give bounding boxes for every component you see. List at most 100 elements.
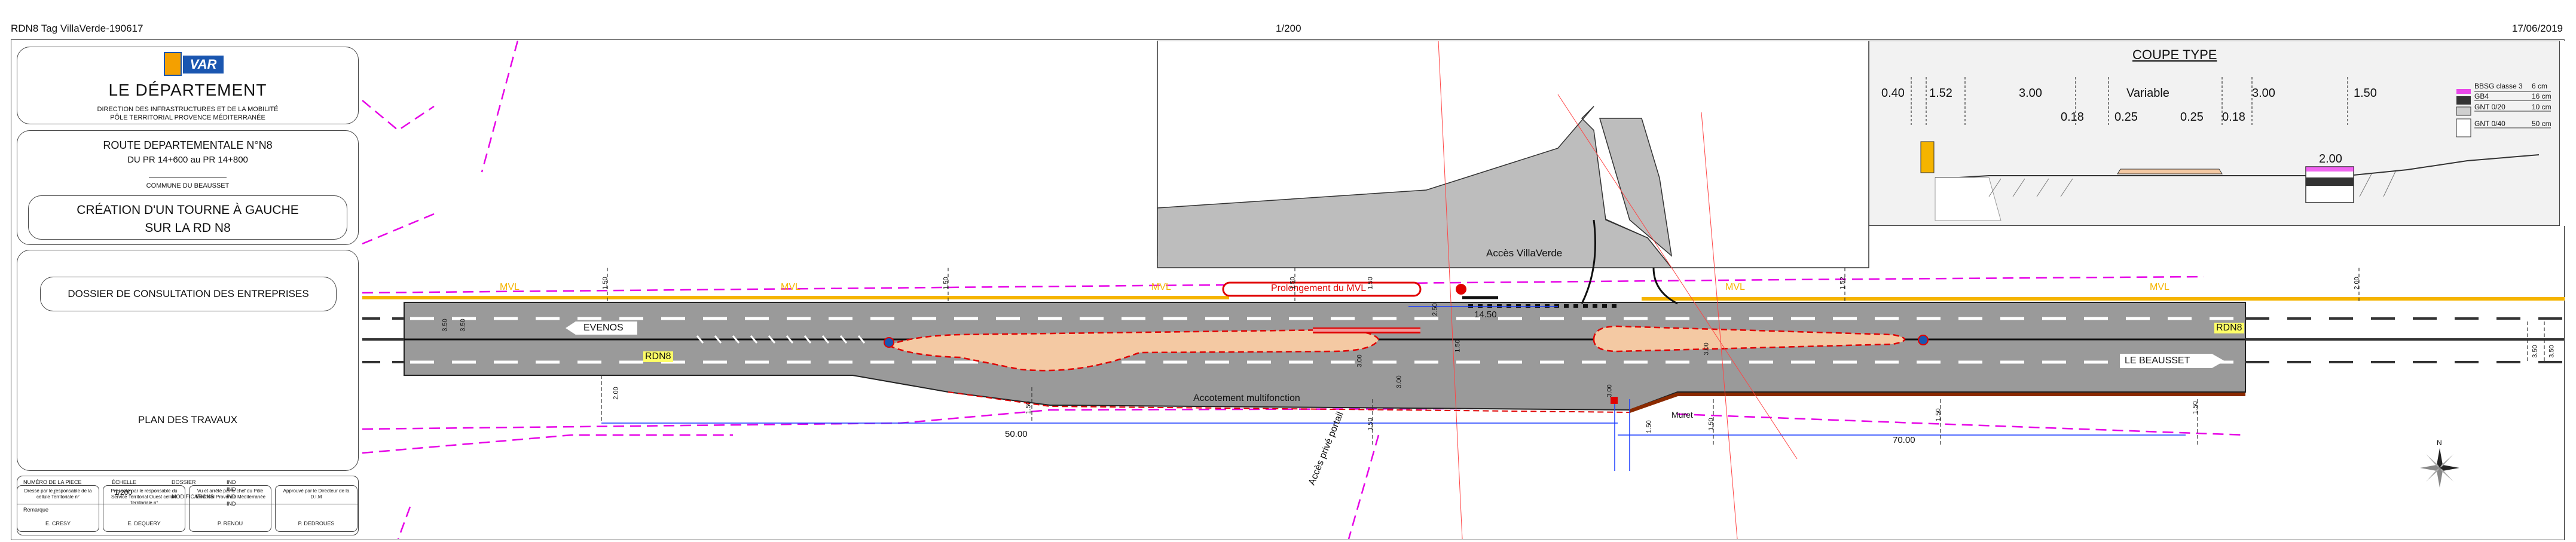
legend-name: GNT 0/40: [2474, 120, 2505, 128]
legend-swatch-gnt020: [2456, 106, 2471, 116]
island-section: [2117, 169, 2223, 174]
signature-row: Dressé par le responsable de la cellule …: [17, 485, 359, 532]
coupe-type: COUPE TYPE 0.40 1.52 3.00 Variable 3.00 …: [1869, 41, 2560, 226]
route-title: ROUTE DEPARTEMENTALE N°N8: [103, 139, 273, 151]
legend-thickness: 50 cm: [2532, 120, 2551, 128]
route-pr: DU PR 14+600 au PR 14+800: [127, 155, 248, 165]
sign-label-3: Vu et arrêté par le chef du Pôle Territo…: [194, 488, 266, 500]
route-box: ROUTE DEPARTEMENTALE N°N8 DU PR 14+600 a…: [17, 130, 359, 245]
label-mvl-2: MVL: [781, 282, 800, 292]
access-marker-icon: [1611, 397, 1618, 404]
mvl-end-marker: [1456, 284, 1466, 295]
label-mvl-4: MVL: [1725, 282, 1745, 292]
label-le-beausset: LE BEAUSSET: [2125, 356, 2190, 366]
dim-1450: 14.50: [1474, 310, 1497, 320]
logo-box: VAR LE DÉPARTEMENT DIRECTION DES INFRAST…: [17, 47, 359, 124]
dim-label: 3.50: [2531, 345, 2539, 358]
label-acces-villaverde: Accès VillaVerde: [1486, 247, 1563, 259]
dim-label: 1.50: [1645, 420, 1653, 433]
sign-name-3: P. RENOU: [217, 520, 243, 526]
commune: COMMUNE DU BEAUSSET: [146, 182, 230, 189]
direction-line2: PÔLE TERRITORIAL PROVENCE MÉDITERRANÉE: [110, 114, 265, 121]
keep-right-sign-icon: [884, 337, 894, 348]
dim-5000: 50.00: [1005, 429, 1028, 439]
sign-name-4: P. DEDROUES: [298, 520, 335, 526]
dim-label: 1.50: [1707, 418, 1715, 431]
dim-label: 3.50: [441, 319, 449, 332]
dim-label: 3.00: [1395, 375, 1403, 388]
project-box: CRÉATION D'UN TOURNE À GAUCHE SUR LA RD …: [28, 195, 347, 240]
dim-label: 1.50: [1454, 339, 1462, 353]
legend-swatch-gb4: [2456, 96, 2471, 105]
cartouche: VAR LE DÉPARTEMENT DIRECTION DES INFRAST…: [12, 41, 359, 539]
label-evenos: EVENOS: [583, 323, 624, 333]
embankment: [1935, 177, 2001, 221]
legend-name: BBSG classe 3: [2474, 82, 2523, 90]
plan-scale: 1/200: [1276, 23, 1301, 34]
median-strip-white: [1313, 329, 1420, 332]
dim-7000: 70.00: [1893, 435, 1915, 445]
sign-name-1: E. CRESY: [45, 520, 71, 526]
signature-2: Présenté par le responsable du Service T…: [103, 485, 185, 532]
dim-label: 3.50: [2548, 345, 2556, 358]
sign-label-2: Présenté par le responsable du Service T…: [111, 488, 178, 506]
project-line2: SUR LA RD N8: [145, 221, 231, 235]
wall-pink: [2306, 167, 2354, 172]
dim-label: 3.50: [459, 319, 467, 332]
dim-label: 3.00: [1606, 384, 1614, 397]
legend-swatch-bbsg: [2456, 89, 2471, 94]
dim-label: 2.00: [2353, 277, 2361, 290]
dim-label: 1.50: [1289, 277, 1297, 290]
label-rdn8-right: RDN8: [2214, 323, 2244, 333]
legend-thickness: 16 cm: [2532, 92, 2551, 100]
legend-name: GB4: [2474, 92, 2489, 100]
wall-dark: [2306, 177, 2354, 186]
ground-line: [1935, 154, 2540, 178]
separator: [149, 177, 227, 178]
signature-3: Vu et arrêté par le chef du Pôle Territo…: [189, 485, 271, 532]
kerb-post: [1920, 141, 1935, 173]
label-rdn8-left: RDN8: [643, 351, 673, 362]
signature-1: Dressé par le responsable de la cellule …: [17, 485, 99, 532]
north-label: N: [2437, 439, 2442, 447]
keep-right-sign-icon: [1918, 335, 1929, 345]
label-muret: Muret: [1672, 410, 1693, 419]
label-mvl-3: MVL: [1151, 282, 1171, 292]
legend-swatch-gnt040: [2456, 118, 2471, 137]
dim-label: 1.50: [1367, 277, 1374, 290]
legend-thickness: 10 cm: [2532, 103, 2551, 111]
coupe-section: [1911, 77, 2551, 221]
plan-date: 17/06/2019: [2511, 23, 2563, 34]
dim-label: 3.00: [1703, 342, 1710, 356]
dossier-box: DOSSIER DE CONSULTATION DES ENTREPRISES …: [17, 250, 359, 471]
north-arrow-icon: [2420, 448, 2459, 488]
label-mvl-1: MVL: [500, 282, 520, 292]
dim-label: 1.50: [1025, 401, 1032, 414]
project-line1: CRÉATION D'UN TOURNE À GAUCHE: [77, 203, 299, 217]
dossier-title: DOSSIER DE CONSULTATION DES ENTREPRISES: [68, 288, 309, 299]
dim-label: 1.50: [2192, 401, 2199, 414]
file-name: RDN8 Tag VillaVerde-190617: [11, 23, 143, 34]
legend-name: GNT 0/20: [2474, 103, 2505, 111]
logo-mark-icon: [164, 52, 182, 76]
var-logo: VAR: [164, 52, 224, 76]
logo-subtitle: LE DÉPARTEMENT: [108, 81, 267, 99]
sign-name-2: E. DEQUERY: [127, 520, 161, 526]
legend-thickness: 6 cm: [2532, 82, 2548, 90]
label-prolongement: Prolongement du MVL: [1271, 283, 1367, 293]
dim-label: 2.50: [1431, 303, 1439, 316]
signature-4: Approuvé par le Directeur de la D.I.M P.…: [275, 485, 357, 532]
direction-line1: DIRECTION DES INFRASTRUCTURES ET DE LA M…: [97, 106, 279, 113]
plan-title: PLAN DES TRAVAUX: [137, 414, 238, 425]
dim-label: 1.50: [1367, 418, 1374, 431]
dim-label: 1.52: [1839, 277, 1847, 290]
dossier-pill: DOSSIER DE CONSULTATION DES ENTREPRISES: [40, 277, 337, 311]
sign-label-4: Approuvé par le Directeur de la D.I.M: [283, 488, 350, 500]
label-mvl-5: MVL: [2150, 282, 2169, 292]
sign-label-1: Dressé par le responsable de la cellule …: [24, 488, 92, 500]
logo-text: VAR: [183, 56, 224, 74]
dim-label: 1.50: [1935, 408, 1942, 421]
dim-label: 1.50: [942, 277, 950, 290]
dim-label: 1.50: [601, 277, 609, 290]
dim-label: 3.00: [1356, 354, 1364, 368]
